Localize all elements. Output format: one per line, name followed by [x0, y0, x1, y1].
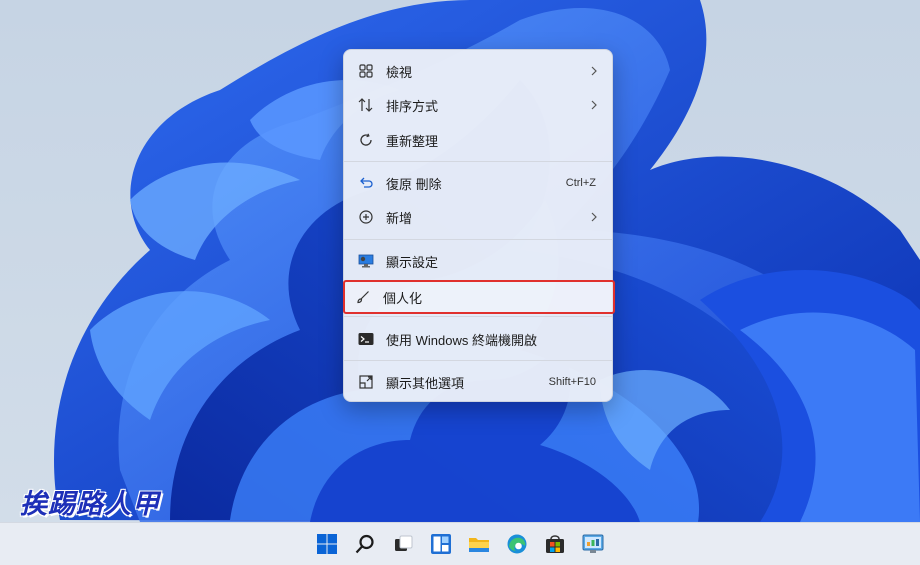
menu-item-label: 顯示其他選項	[386, 375, 465, 391]
widgets-icon[interactable]	[427, 530, 455, 558]
menu-item-label: 個人化	[383, 290, 423, 306]
menu-item-show-more-options[interactable]: 顯示其他選項 Shift+F10	[348, 365, 608, 399]
brush-icon	[355, 289, 371, 305]
more-options-icon	[358, 374, 374, 390]
taskbar	[0, 522, 920, 565]
menu-separator	[344, 239, 612, 240]
grid-view-icon	[358, 63, 374, 79]
chevron-right-icon	[590, 66, 598, 76]
undo-icon	[358, 175, 374, 191]
menu-item-personalize[interactable]: 個人化	[343, 280, 615, 314]
menu-item-undo-delete[interactable]: 復原 刪除 Ctrl+Z	[348, 166, 608, 200]
shortcut-text: Ctrl+Z	[565, 177, 596, 189]
menu-item-label: 使用 Windows 終端機開啟	[386, 332, 537, 348]
menu-separator	[344, 360, 612, 361]
chevron-right-icon	[590, 212, 598, 222]
menu-item-refresh[interactable]: 重新整理	[348, 123, 608, 157]
control-panel-icon[interactable]	[579, 530, 607, 558]
menu-item-view[interactable]: 檢視	[348, 54, 608, 88]
menu-item-label: 檢視	[386, 64, 413, 80]
menu-item-new[interactable]: 新增	[348, 200, 608, 234]
menu-item-label: 重新整理	[386, 133, 439, 149]
refresh-icon	[358, 132, 374, 148]
sort-icon	[358, 97, 374, 113]
search-icon[interactable]	[351, 530, 379, 558]
terminal-icon	[358, 331, 374, 347]
new-plus-icon	[358, 209, 374, 225]
file-explorer-icon[interactable]	[465, 530, 493, 558]
microsoft-store-icon[interactable]	[541, 530, 569, 558]
display-settings-icon	[358, 253, 374, 269]
watermark-text: 挨踢路人甲	[20, 489, 160, 520]
task-view-icon[interactable]	[389, 530, 417, 558]
menu-item-display-settings[interactable]: 顯示設定	[348, 244, 608, 278]
menu-separator	[344, 161, 612, 162]
menu-item-open-terminal[interactable]: 使用 Windows 終端機開啟	[348, 322, 608, 356]
menu-item-label: 復原 刪除	[386, 176, 442, 192]
edge-browser-icon[interactable]	[503, 530, 531, 558]
menu-item-label: 顯示設定	[386, 254, 439, 270]
shortcut-text: Shift+F10	[548, 376, 596, 388]
chevron-right-icon	[590, 100, 598, 110]
menu-item-label: 排序方式	[386, 98, 439, 114]
desktop-context-menu: 檢視 排序方式 重新整理 復原 刪除 Ctrl+Z 新增 顯示設定 個人化 使用…	[343, 49, 615, 402]
menu-item-label: 新增	[386, 210, 413, 226]
menu-item-sort-by[interactable]: 排序方式	[348, 88, 608, 122]
menu-separator	[344, 316, 612, 317]
windows-start-icon[interactable]	[313, 530, 341, 558]
